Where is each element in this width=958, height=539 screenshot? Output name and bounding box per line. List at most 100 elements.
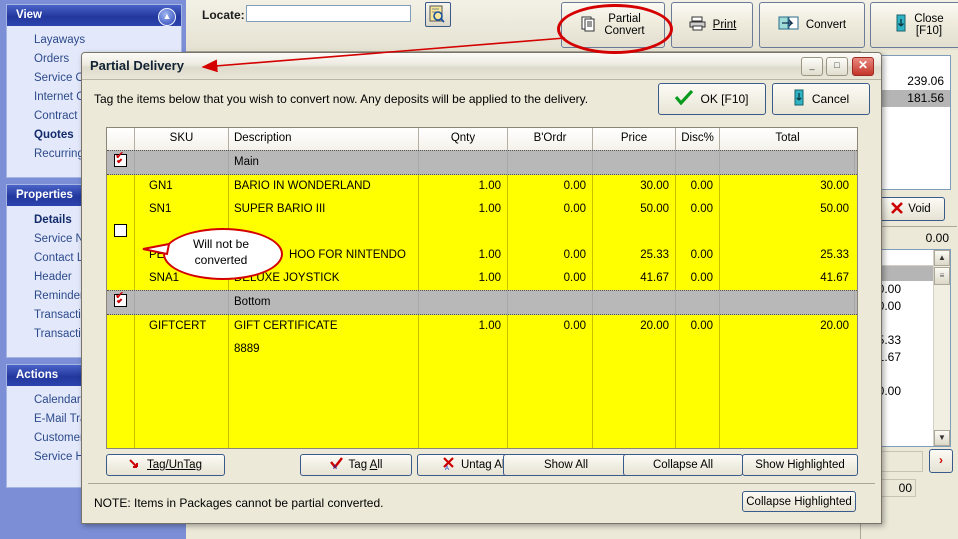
items-grid[interactable]: SKU Description Qnty B'Ordr Price Disc% … bbox=[106, 127, 858, 449]
ok-button[interactable]: OK [F10] bbox=[658, 83, 766, 115]
row-checkbox-cell[interactable] bbox=[107, 291, 135, 314]
row-disc: 0.00 bbox=[676, 315, 720, 338]
table-row[interactable]: GN1 BARIO IN WONDERLAND 1.00 0.00 30.00 … bbox=[107, 175, 857, 198]
tag-untag-button[interactable]: Tag/UnTag bbox=[106, 454, 225, 476]
checkbox-checked-icon[interactable] bbox=[114, 291, 127, 307]
row-price: 41.67 bbox=[593, 267, 676, 290]
row-checkbox-cell[interactable] bbox=[107, 221, 135, 244]
column-header-bordr[interactable]: B'Ordr bbox=[508, 128, 593, 150]
row-price: 25.33 bbox=[593, 244, 676, 267]
partial-convert-button[interactable]: Partial Convert bbox=[561, 2, 665, 48]
row-bordr: 0.00 bbox=[508, 175, 593, 198]
convert-button[interactable]: Convert bbox=[759, 2, 865, 48]
column-header-disc[interactable]: Disc% bbox=[676, 128, 720, 150]
checkbox-checked-icon[interactable] bbox=[114, 151, 127, 167]
toolbar-surface: Locate: Partial Convert Print Convert Cl… bbox=[186, 0, 958, 50]
filler-cell bbox=[593, 430, 676, 448]
row-checkbox-cell[interactable] bbox=[107, 175, 135, 198]
row-checkbox-cell[interactable] bbox=[107, 244, 135, 267]
tag-all-label: Tag All bbox=[348, 459, 383, 471]
close-label: Close [F10] bbox=[914, 12, 944, 38]
print-label: Print bbox=[712, 18, 737, 31]
filler-cell bbox=[508, 384, 593, 407]
untag-all-label: Untag All bbox=[460, 459, 508, 471]
row-bordr: 0.00 bbox=[508, 267, 593, 290]
items-grid-header: SKU Description Qnty B'Ordr Price Disc% … bbox=[107, 128, 857, 151]
row-checkbox-cell[interactable] bbox=[107, 151, 135, 174]
cancel-label: Cancel bbox=[811, 92, 850, 106]
column-header-check[interactable] bbox=[107, 128, 135, 150]
table-row[interactable]: Main bbox=[107, 150, 857, 175]
filler-cell bbox=[720, 384, 855, 407]
table-row[interactable]: 8889 bbox=[107, 338, 857, 361]
column-header-total[interactable]: Total bbox=[720, 128, 855, 150]
show-highlighted-button[interactable]: Show Highlighted bbox=[742, 454, 858, 476]
dialog-instruction: Tag the items below that you wish to con… bbox=[94, 92, 589, 106]
void-label: Void bbox=[908, 203, 931, 215]
row-bordr bbox=[508, 338, 593, 361]
table-row[interactable]: GIFTCERT GIFT CERTIFICATE 1.00 0.00 20.0… bbox=[107, 315, 857, 338]
chevron-up-icon[interactable]: ▲ bbox=[934, 250, 950, 266]
printer-icon bbox=[688, 15, 707, 35]
filler-cell bbox=[107, 384, 135, 407]
row-total bbox=[720, 291, 855, 314]
sidebar-item-layaways[interactable]: Layaways bbox=[7, 31, 181, 50]
column-header-qnty[interactable]: Qnty bbox=[419, 128, 508, 150]
row-disc bbox=[676, 291, 720, 314]
collapse-highlighted-button[interactable]: Collapse Highlighted bbox=[742, 491, 856, 512]
column-header-sku[interactable]: SKU bbox=[135, 128, 229, 150]
documents-icon bbox=[581, 15, 598, 35]
row-bordr: 0.00 bbox=[508, 244, 593, 267]
cancel-button[interactable]: Cancel bbox=[772, 83, 870, 115]
show-all-button[interactable]: Show All bbox=[503, 454, 629, 476]
row-price bbox=[593, 151, 676, 174]
green-check-icon bbox=[675, 89, 694, 108]
close-button[interactable]: Close [F10] bbox=[870, 2, 958, 48]
close-icon[interactable]: ✕ bbox=[852, 57, 874, 76]
chevrons-up-icon[interactable]: ▲ bbox=[158, 7, 176, 26]
column-header-price[interactable]: Price bbox=[593, 128, 676, 150]
row-total bbox=[720, 338, 855, 361]
dialog-title-bar[interactable]: Partial Delivery _ □ ✕ bbox=[82, 53, 881, 80]
table-filler-row bbox=[107, 407, 857, 430]
annotation-callout: Will not be converted bbox=[142, 228, 283, 280]
row-checkbox-cell[interactable] bbox=[107, 315, 135, 338]
row-checkbox-cell[interactable] bbox=[107, 338, 135, 361]
sidebar-section-properties-title: Properties bbox=[16, 189, 73, 201]
filler-cell bbox=[419, 407, 508, 430]
row-bordr: 0.00 bbox=[508, 198, 593, 221]
row-qnty: 1.00 bbox=[419, 175, 508, 198]
checkbox-unchecked-icon[interactable] bbox=[114, 224, 127, 237]
row-qnty: 1.00 bbox=[419, 315, 508, 338]
chevron-down-icon[interactable]: ▼ bbox=[934, 430, 950, 446]
table-filler-row bbox=[107, 384, 857, 407]
row-checkbox-cell[interactable] bbox=[107, 267, 135, 290]
scrollbar-thumb[interactable]: ≡ bbox=[934, 267, 950, 285]
void-button[interactable]: Void bbox=[876, 197, 945, 221]
document-search-icon[interactable] bbox=[425, 2, 451, 27]
collapse-all-button[interactable]: Collapse All bbox=[623, 454, 743, 476]
row-qnty bbox=[419, 151, 508, 174]
items-grid-body[interactable]: Main GN1 BARIO IN WONDERLAND 1.00 0.00 3… bbox=[107, 150, 857, 448]
row-disc: 0.00 bbox=[676, 244, 720, 267]
row-disc bbox=[676, 221, 720, 244]
maximize-icon[interactable]: □ bbox=[826, 57, 848, 76]
row-checkbox-cell[interactable] bbox=[107, 198, 135, 221]
column-header-description[interactable]: Description bbox=[229, 128, 419, 150]
table-row[interactable]: Bottom bbox=[107, 290, 857, 315]
row-sku bbox=[135, 291, 229, 314]
locate-input[interactable] bbox=[246, 5, 411, 22]
collapse-highlighted-label: Collapse Highlighted bbox=[746, 495, 852, 508]
row-qnty bbox=[419, 338, 508, 361]
tag-all-button[interactable]: A Tag All bbox=[300, 454, 412, 476]
next-record-button[interactable]: › bbox=[929, 449, 953, 473]
row-sku bbox=[135, 338, 229, 361]
row-sku bbox=[135, 151, 229, 174]
table-row[interactable]: SN1 SUPER BARIO III 1.00 0.00 50.00 0.00… bbox=[107, 198, 857, 221]
minimize-icon[interactable]: _ bbox=[801, 57, 823, 76]
line-amount-grid-scrollbar[interactable]: ▲ ≡ ▼ bbox=[933, 250, 950, 446]
row-disc bbox=[676, 151, 720, 174]
row-desc: 8889 bbox=[229, 338, 419, 361]
sidebar-section-view-header[interactable]: View ▲ bbox=[7, 5, 181, 26]
print-button[interactable]: Print bbox=[671, 2, 753, 48]
